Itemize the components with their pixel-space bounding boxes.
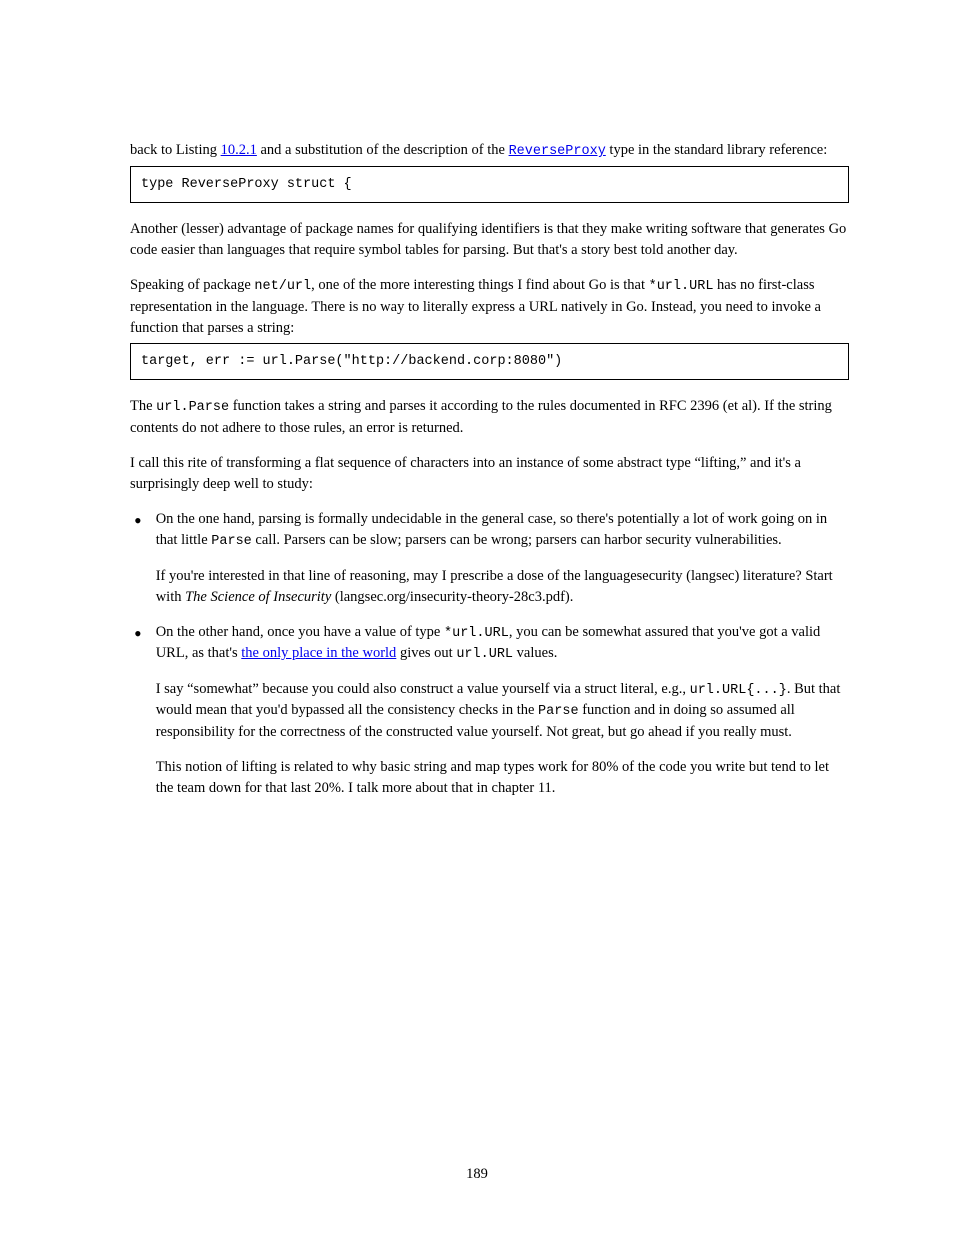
page-number: 189: [0, 1164, 954, 1185]
li1-paragraph-2: If you're interested in that line of rea…: [156, 566, 849, 608]
code-box-reverseproxy: type ReverseProxy struct {: [130, 166, 849, 204]
list-item: • On the other hand, once you have a val…: [130, 622, 849, 799]
li2-paragraph-3: This notion of lifting is related to why…: [156, 757, 849, 799]
paragraph-neturl: Speaking of package net/url, one of the …: [130, 275, 849, 339]
list-item: • On the one hand, parsing is formally u…: [130, 509, 849, 608]
li1-paragraph-1: On the one hand, parsing is formally und…: [156, 509, 849, 552]
paragraph-intro: back to Listing 10.2.1 and a substitutio…: [130, 140, 849, 162]
bullet-icon: •: [134, 510, 142, 608]
listing-ref-link[interactable]: 10.2.1: [221, 142, 257, 158]
paragraph-advantage: Another (lesser) advantage of package na…: [130, 219, 849, 261]
code-box-urlparse: target, err := url.Parse("http://backend…: [130, 343, 849, 381]
bullet-icon: •: [134, 623, 142, 799]
li2-paragraph-1: On the other hand, once you have a value…: [156, 622, 849, 665]
paragraph-lifting: I call this rite of transforming a flat …: [130, 453, 849, 495]
paragraph-urlparse-desc: The url.Parse function takes a string an…: [130, 396, 849, 439]
li2-paragraph-2: I say “somewhat” because you could also …: [156, 679, 849, 743]
only-place-link[interactable]: the only place in the world: [241, 645, 396, 661]
bullet-list: • On the one hand, parsing is formally u…: [130, 509, 849, 799]
reverseproxy-link[interactable]: ReverseProxy: [509, 144, 606, 159]
